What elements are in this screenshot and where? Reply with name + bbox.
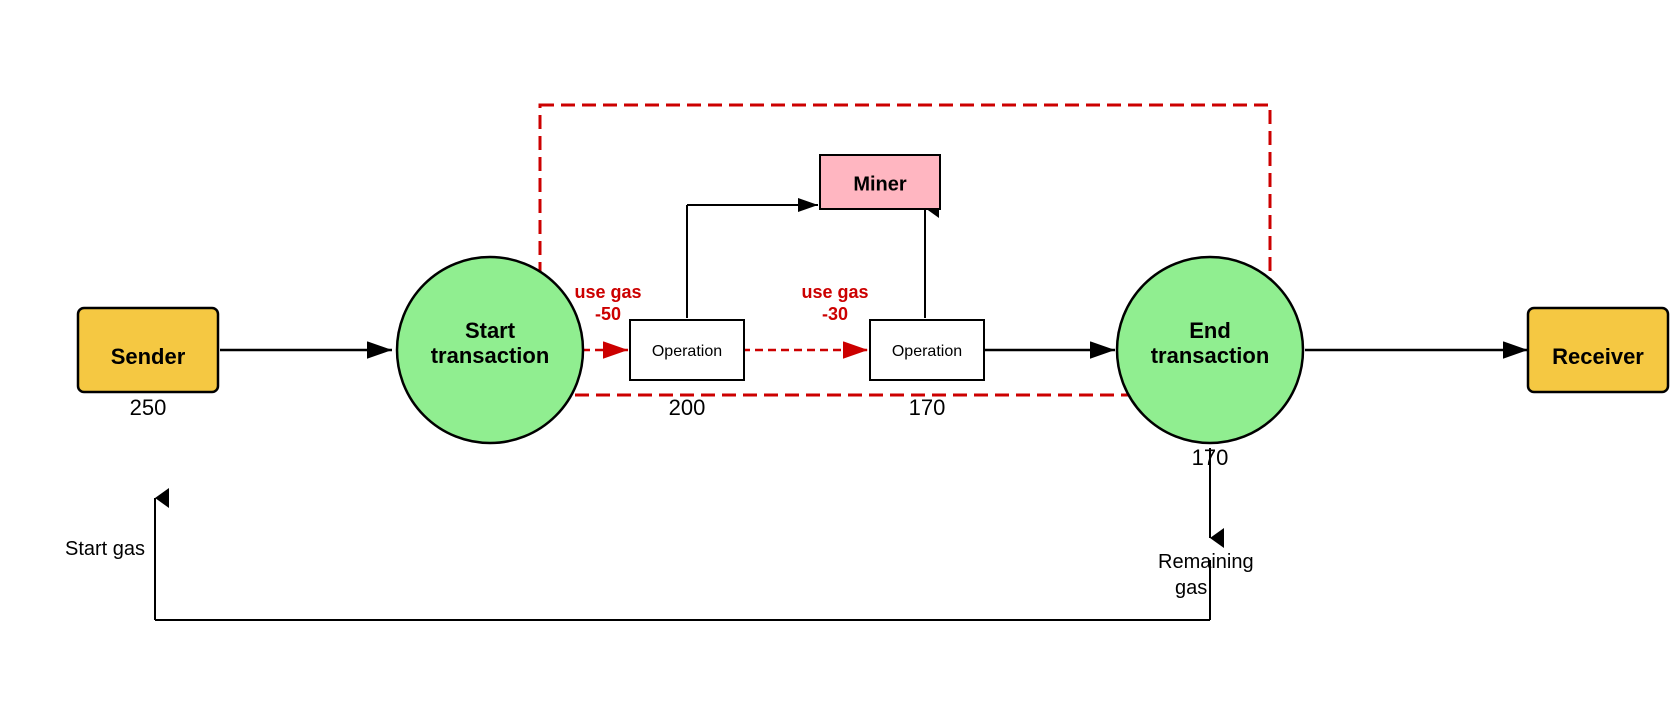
- end-transaction-label-line1: End: [1189, 318, 1231, 343]
- start-transaction-label-line1: Start: [465, 318, 516, 343]
- end-transaction-label-line2: transaction: [1151, 343, 1270, 368]
- sender-label: Sender: [111, 344, 186, 369]
- gas-value-after-op2: 170: [909, 395, 946, 420]
- gas-value-sender: 250: [130, 395, 167, 420]
- use-gas-30-label-line2: -30: [822, 304, 848, 324]
- use-gas-50-label-line1: use gas: [574, 282, 641, 302]
- use-gas-30-label-line1: use gas: [801, 282, 868, 302]
- start-transaction-label-line2: transaction: [431, 343, 550, 368]
- miner-label: Miner: [853, 173, 907, 195]
- receiver-label: Receiver: [1552, 344, 1644, 369]
- operation2-label: Operation: [892, 343, 962, 360]
- gas-value-end: 170: [1192, 445, 1229, 470]
- gas-value-after-op1: 200: [669, 395, 706, 420]
- use-gas-50-label-line2: -50: [595, 304, 621, 324]
- operation1-label: Operation: [652, 343, 722, 360]
- remaining-gas-label-line1: Remaining: [1158, 551, 1254, 573]
- remaining-gas-label-line2: gas: [1175, 577, 1207, 599]
- start-gas-label: Start gas: [65, 538, 145, 560]
- diagram-canvas: Sender Start transaction Operation Opera…: [0, 0, 1674, 724]
